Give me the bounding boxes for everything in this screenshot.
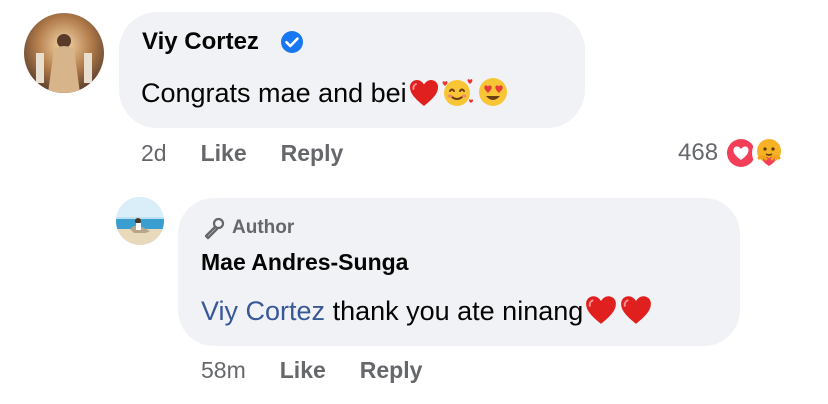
reaction-count: 468 xyxy=(678,139,719,166)
comment-timestamp[interactable]: 2d xyxy=(141,140,167,167)
comment-actions: 2d Like Reply xyxy=(141,140,377,167)
red-heart-emoji xyxy=(619,294,653,333)
author-badge-label: Author xyxy=(232,217,295,238)
verified-badge-icon xyxy=(281,31,303,53)
like-button[interactable]: Like xyxy=(201,140,247,167)
comment-text: Congrats mae and bei xyxy=(141,76,510,115)
red-heart-emoji xyxy=(584,294,618,333)
avatar-photo xyxy=(116,197,164,245)
care-reaction-icon xyxy=(752,136,787,170)
reply-body: thank you ate ninang xyxy=(332,296,584,326)
reply-timestamp[interactable]: 58m xyxy=(201,357,246,384)
commenter-name[interactable]: Viy Cortez xyxy=(142,28,259,56)
like-button[interactable]: Like xyxy=(280,357,326,384)
reply-author-name[interactable]: Mae Andres-Sunga xyxy=(201,249,408,276)
reply-text: Viy Cortez thank you ate ninang xyxy=(201,294,653,333)
author-badge: Author xyxy=(202,216,294,240)
reply-button[interactable]: Reply xyxy=(360,357,423,384)
reply-actions: 58m Like Reply xyxy=(201,357,456,384)
red-heart-emoji xyxy=(408,78,440,115)
reply-author-avatar[interactable] xyxy=(116,197,164,245)
reaction-summary[interactable]: 468 xyxy=(678,136,787,170)
microphone-icon xyxy=(204,217,225,240)
smiling-face-with-hearts-emoji xyxy=(441,76,475,115)
reply-button[interactable]: Reply xyxy=(281,140,344,167)
mention-link[interactable]: Viy Cortez xyxy=(201,296,325,326)
avatar-photo xyxy=(24,13,104,93)
commenter-avatar[interactable] xyxy=(24,13,104,93)
comment-body: Congrats mae and bei xyxy=(141,78,407,108)
heart-eyes-emoji xyxy=(476,76,510,115)
